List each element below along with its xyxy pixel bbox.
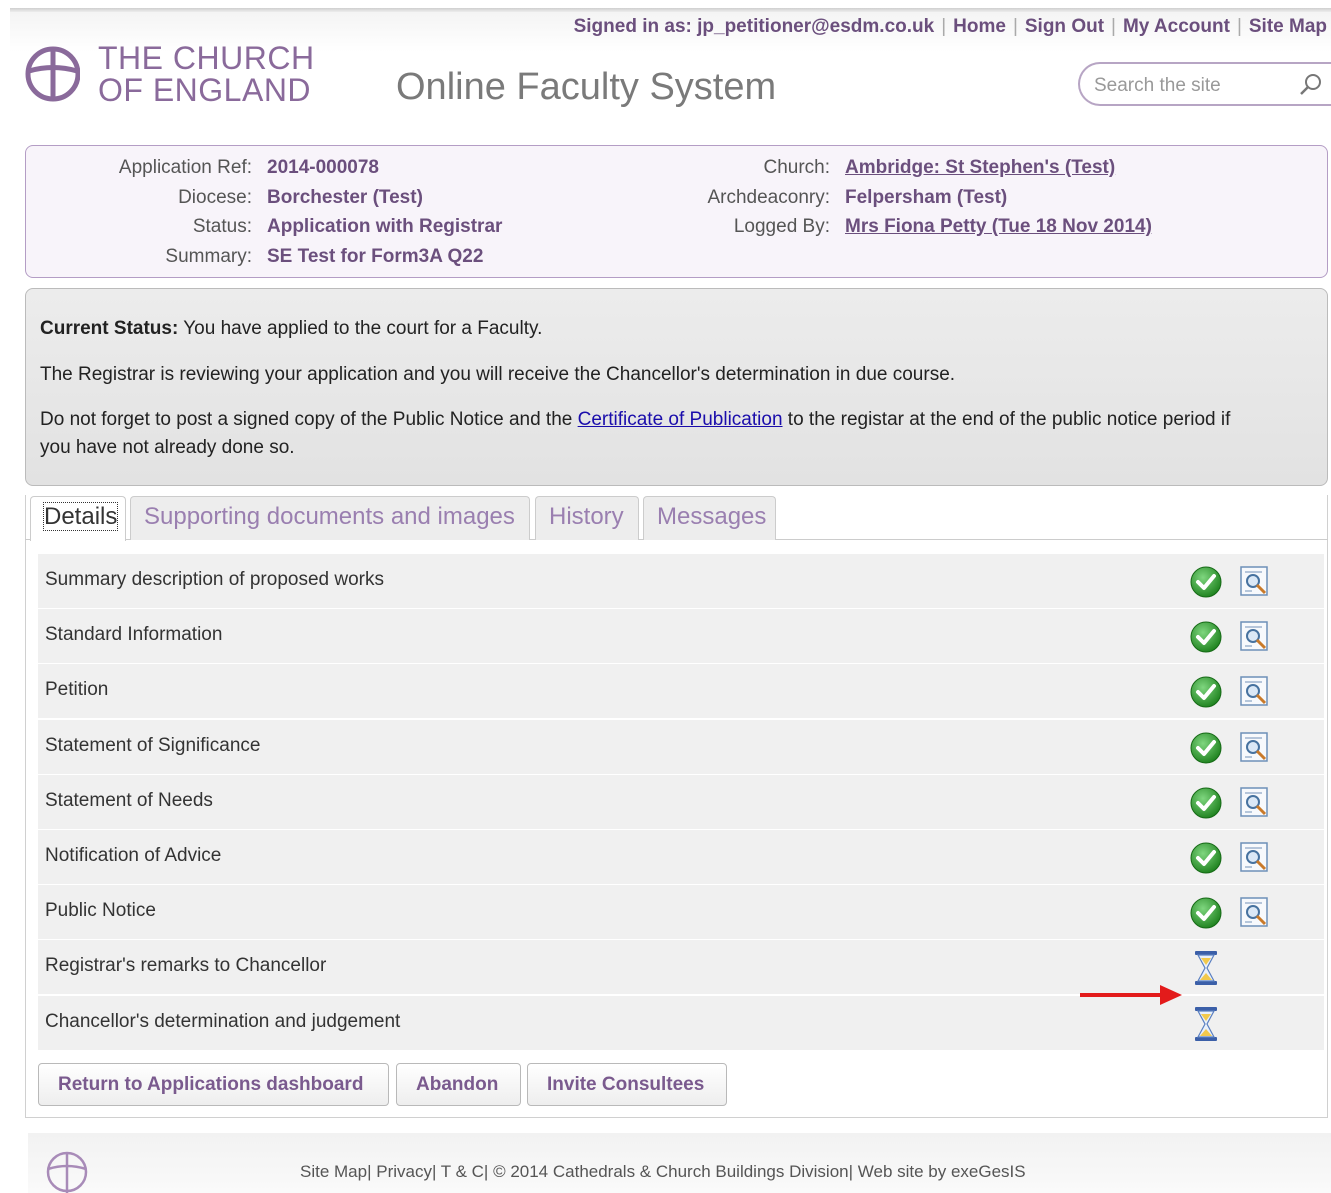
view-document-icon[interactable] <box>1238 731 1272 765</box>
view-document-icon[interactable] <box>1238 896 1272 930</box>
status-line-3: Do not forget to post a signed copy of t… <box>40 409 1231 430</box>
tab-messages[interactable]: Messages <box>643 496 776 540</box>
view-document-icon[interactable] <box>1238 841 1272 875</box>
detail-row[interactable]: Standard Information <box>38 609 1324 665</box>
detail-row-label: Statement of Significance <box>45 734 261 756</box>
tab-supporting-documents[interactable]: Supporting documents and images <box>130 496 530 540</box>
return-to-dashboard-button[interactable]: Return to Applications dashboard <box>38 1063 389 1106</box>
detail-row-label: Statement of Needs <box>45 789 213 811</box>
detail-row[interactable]: Notification of Advice <box>38 830 1324 885</box>
detail-row-label: Summary description of proposed works <box>45 569 384 590</box>
detail-row[interactable]: Statement of Needs <box>38 774 1324 830</box>
tab-history[interactable]: History <box>535 496 639 540</box>
complete-check-icon <box>1190 676 1222 708</box>
certificate-of-publication-link[interactable]: Certificate of Publication <box>578 409 783 430</box>
detail-row[interactable]: Summary description of proposed works <box>38 554 1324 609</box>
detail-row[interactable]: Petition <box>38 664 1324 720</box>
footer-links[interactable]: Site Map| Privacy| T & C| © 2014 Cathedr… <box>300 1162 1026 1182</box>
complete-check-icon <box>1190 732 1222 764</box>
complete-check-icon <box>1190 787 1222 819</box>
top-nav: Signed in as: jp_petitioner@esdm.co.uk | H… <box>573 16 1327 37</box>
detail-row-label: Public Notice <box>45 900 156 922</box>
detail-row[interactable]: Public Notice <box>38 885 1324 941</box>
detail-row-label: Petition <box>45 679 109 701</box>
site-title: Online Faculty System <box>396 66 777 108</box>
search-input[interactable] <box>1092 72 1286 100</box>
logged-by-link[interactable]: Mrs Fiona Petty (Tue 18 Nov 2014) <box>845 216 1152 238</box>
church-link[interactable]: Ambridge: St Stephen's (Test) <box>845 157 1115 179</box>
signed-in-text: Signed in as: jp_petitioner@esdm.co.uk <box>573 16 935 37</box>
nav-home-link[interactable]: Home <box>953 16 1006 37</box>
abandon-button[interactable]: Abandon <box>396 1063 521 1106</box>
detail-row-label: Registrar's remarks to Chancellor <box>45 955 327 977</box>
invite-consultees-button[interactable]: Invite Consultees <box>527 1063 727 1106</box>
church-logo-icon-footer <box>46 1151 88 1193</box>
detail-row-label: Notification of Advice <box>45 845 222 866</box>
nav-site-map-link[interactable]: Site Map <box>1249 16 1327 37</box>
view-document-icon[interactable] <box>1238 565 1272 599</box>
nav-my-account-link[interactable]: My Account <box>1123 16 1230 37</box>
view-document-icon[interactable] <box>1238 675 1272 709</box>
search-box <box>1078 62 1331 106</box>
view-document-icon[interactable] <box>1238 620 1272 654</box>
current-status-panel: Current Status: You have applied to the … <box>25 288 1328 486</box>
application-info-panel: Application Ref: 2014-000078 Diocese: Bo… <box>25 145 1328 278</box>
search-icon[interactable] <box>1298 72 1324 98</box>
complete-check-icon <box>1190 566 1222 598</box>
detail-row-label: Standard Information <box>45 624 223 646</box>
pending-hourglass-icon <box>1195 951 1217 986</box>
complete-check-icon <box>1190 621 1222 653</box>
complete-check-icon <box>1190 842 1222 874</box>
annotation-arrow-icon <box>1080 985 1182 1005</box>
tab-details[interactable]: Details <box>30 496 126 541</box>
detail-row[interactable]: Statement of Significance <box>38 719 1324 775</box>
complete-check-icon <box>1190 897 1222 929</box>
nav-sign-out-link[interactable]: Sign Out <box>1025 16 1104 37</box>
church-logo-text[interactable]: THE CHURCH OF ENGLAND <box>98 42 315 106</box>
status-line-2: The Registrar is reviewing your applicat… <box>40 364 956 385</box>
status-line-4: you have not already done so. <box>40 437 295 458</box>
detail-row-label: Chancellor's determination and judgement <box>45 1010 401 1032</box>
view-document-icon[interactable] <box>1238 786 1272 820</box>
pending-hourglass-icon <box>1195 1006 1217 1041</box>
church-logo-icon[interactable] <box>25 42 80 107</box>
status-line-1: Current Status: You have applied to the … <box>40 318 543 339</box>
